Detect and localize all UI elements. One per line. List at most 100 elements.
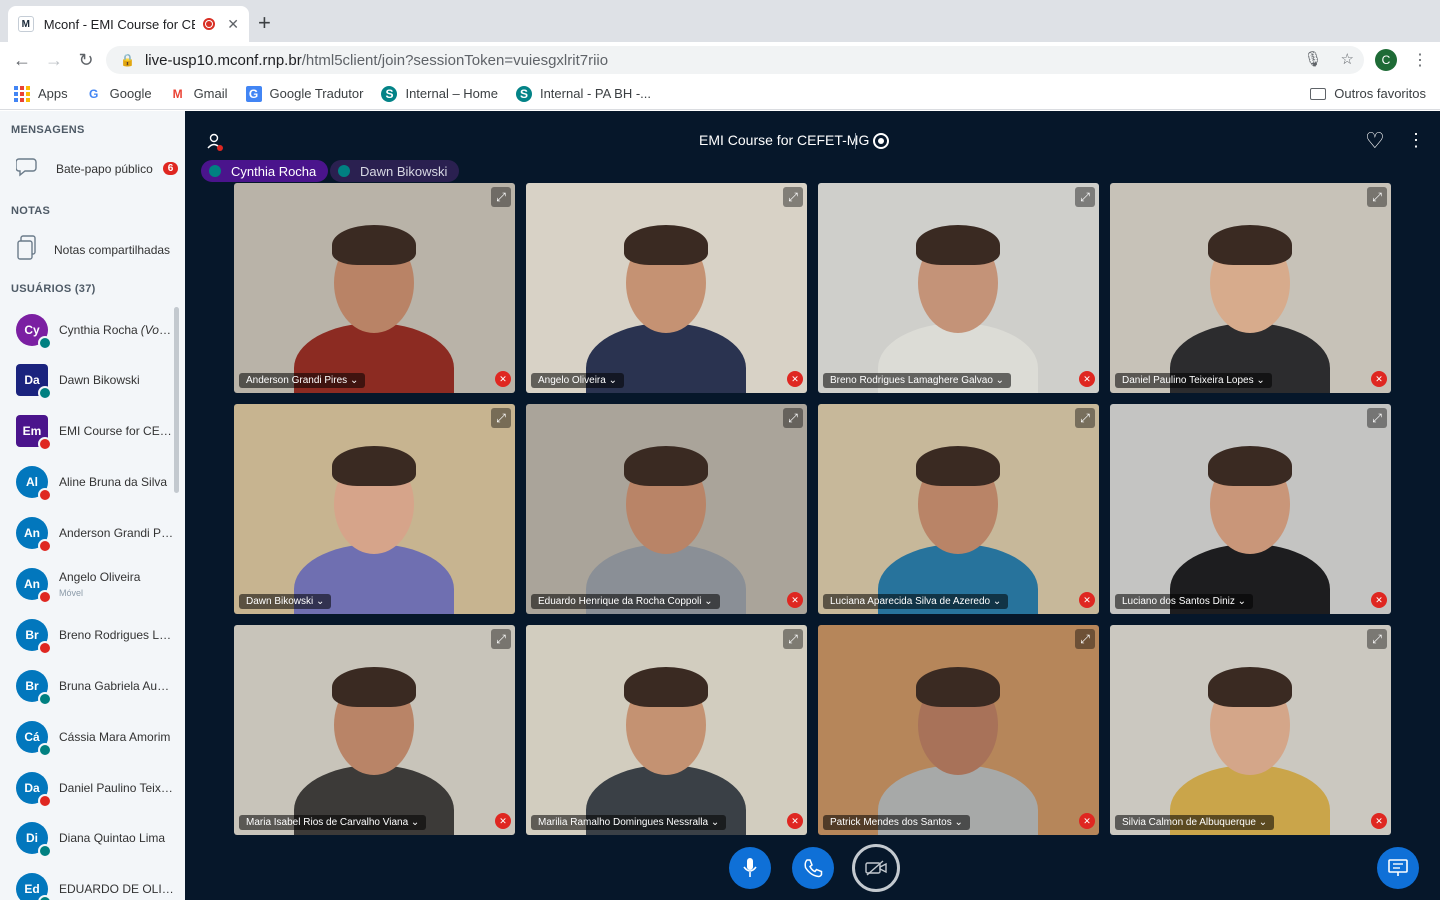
notes-icon xyxy=(16,235,38,264)
microphone-icon[interactable]: 🎙 xyxy=(1304,50,1323,68)
fullscreen-icon[interactable]: ⤢ xyxy=(1075,629,1095,649)
muted-mic-icon: ✕ xyxy=(1371,813,1387,829)
participant-name[interactable]: Luciano dos Santos Diniz ⌄ xyxy=(1115,594,1254,609)
user-name-text: EDUARDO DE OLIVEIRA xyxy=(59,882,175,896)
user-list-toggle-icon[interactable] xyxy=(207,133,223,151)
user-name-text: Cynthia Rocha xyxy=(59,323,138,337)
muted-mic-icon xyxy=(38,794,52,808)
forward-icon[interactable]: → xyxy=(38,50,70,71)
fullscreen-icon[interactable]: ⤢ xyxy=(1075,187,1095,207)
video-tile[interactable]: Anderson Grandi Pires ⌄ ⤢ ✕ xyxy=(234,183,515,393)
leave-audio-button[interactable] xyxy=(792,847,834,889)
new-tab-button[interactable]: + xyxy=(258,10,271,36)
video-tile[interactable]: Luciano dos Santos Diniz ⌄ ⤢ ✕ xyxy=(1110,404,1391,614)
participant-hair xyxy=(1208,667,1292,707)
user-list-item[interactable]: Cá Cássia Mara Amorim xyxy=(16,717,176,757)
profile-avatar[interactable]: C xyxy=(1375,49,1397,71)
user-name-text: Aline Bruna da Silva xyxy=(59,475,168,489)
participant-name[interactable]: Dawn Bikowski ⌄ xyxy=(239,594,332,609)
fullscreen-icon[interactable]: ⤢ xyxy=(783,408,803,428)
user-list-item[interactable]: An Angelo Oliveira Móvel xyxy=(16,564,176,604)
presentation-button[interactable] xyxy=(1377,847,1419,889)
options-menu-icon[interactable]: ⋮ xyxy=(1407,130,1425,151)
fullscreen-icon[interactable]: ⤢ xyxy=(491,629,511,649)
shared-notes-item[interactable]: Notas compartilhadas xyxy=(16,235,170,264)
bookmark-google-translate[interactable]: G Google Tradutor xyxy=(245,85,363,102)
video-tile[interactable]: Daniel Paulino Teixeira Lopes ⌄ ⤢ ✕ xyxy=(1110,183,1391,393)
muted-mic-icon: ✕ xyxy=(1371,592,1387,608)
bookmark-google[interactable]: G Google xyxy=(86,86,152,102)
browser-menu-icon[interactable]: ⋮ xyxy=(1412,50,1428,70)
muted-mic-icon xyxy=(38,539,52,553)
participant-name[interactable]: Anderson Grandi Pires ⌄ xyxy=(239,373,366,388)
video-tile[interactable]: Angelo Oliveira ⌄ ⤢ ✕ xyxy=(526,183,807,393)
bookmark-internal-home[interactable]: S Internal – Home xyxy=(381,85,498,102)
self-suffix: (Você) xyxy=(140,323,175,337)
user-list-item[interactable]: Cy Cynthia Rocha (Você) xyxy=(16,310,176,350)
sidebar-scrollbar[interactable] xyxy=(174,307,179,493)
talking-indicator-cynthia[interactable]: Cynthia Rocha xyxy=(201,160,329,182)
video-tile[interactable]: Breno Rodrigues Lamaghere Galvao ⌄ ⤢ ✕ xyxy=(818,183,1099,393)
public-chat-item[interactable]: Bate-papo público 6 xyxy=(15,155,179,182)
talking-indicator-dawn[interactable]: Dawn Bikowski xyxy=(330,160,460,182)
video-tile[interactable]: Patrick Mendes dos Santos ⌄ ⤢ ✕ xyxy=(818,625,1099,835)
video-tile[interactable]: Eduardo Henrique da Rocha Coppoli ⌄ ⤢ ✕ xyxy=(526,404,807,614)
record-button[interactable] xyxy=(873,133,889,149)
users-section-title: USUÁRIOS (37) xyxy=(11,283,96,295)
user-list-item[interactable]: Br Bruna Gabriela Augusta xyxy=(16,666,176,706)
fullscreen-icon[interactable]: ⤢ xyxy=(1075,408,1095,428)
video-tile[interactable]: Luciana Aparecida Silva de Azeredo ⌄ ⤢ ✕ xyxy=(818,404,1099,614)
fullscreen-icon[interactable]: ⤢ xyxy=(783,187,803,207)
participant-name[interactable]: Patrick Mendes dos Santos ⌄ xyxy=(823,815,970,830)
user-name: Diana Quintao Lima xyxy=(59,831,175,845)
fullscreen-icon[interactable]: ⤢ xyxy=(1367,408,1387,428)
user-list-item[interactable]: Br Breno Rodrigues Lamaghere Galvao xyxy=(16,615,176,655)
heart-icon[interactable]: ♡ xyxy=(1365,128,1385,154)
muted-mic-icon xyxy=(38,488,52,502)
other-bookmarks[interactable]: Outros favoritos xyxy=(1310,86,1426,101)
participant-name[interactable]: Silvia Calmon de Albuquerque ⌄ xyxy=(1115,815,1275,830)
video-tile[interactable]: Marilia Ramalho Domingues Nessralla ⌄ ⤢ ✕ xyxy=(526,625,807,835)
user-list-item[interactable]: Ed EDUARDO DE OLIVEIRA xyxy=(16,869,176,900)
address-bar[interactable]: 🔒 live-usp10.mconf.rnp.br/html5client/jo… xyxy=(106,46,1364,74)
video-tile[interactable]: Dawn Bikowski ⌄ ⤢ xyxy=(234,404,515,614)
user-list-item[interactable]: Al Aline Bruna da Silva xyxy=(16,462,176,502)
user-avatar: Da xyxy=(16,364,52,400)
participant-name[interactable]: Daniel Paulino Teixeira Lopes ⌄ xyxy=(1115,373,1272,388)
user-list-item[interactable]: Di Diana Quintao Lima xyxy=(16,818,176,858)
user-name-text: Anderson Grandi Pires xyxy=(59,526,175,540)
title-divider xyxy=(855,133,856,149)
browser-tab[interactable]: M Mconf - EMI Course for CEFET-MG ✕ xyxy=(8,6,249,42)
fullscreen-icon[interactable]: ⤢ xyxy=(491,408,511,428)
participant-name[interactable]: Luciana Aparecida Silva de Azeredo ⌄ xyxy=(823,594,1009,609)
user-list-item[interactable]: Em EMI Course for CEFET-MG xyxy=(16,411,176,451)
participant-name[interactable]: Breno Rodrigues Lamaghere Galvao ⌄ xyxy=(823,373,1012,388)
back-icon[interactable]: ← xyxy=(6,50,38,71)
participant-name[interactable]: Angelo Oliveira ⌄ xyxy=(531,373,624,388)
reload-icon[interactable]: ↻ xyxy=(70,50,102,71)
user-name: Cássia Mara Amorim xyxy=(59,730,175,744)
user-list-item[interactable]: Da Daniel Paulino Teixeira Lopes xyxy=(16,768,176,808)
video-tile[interactable]: Maria Isabel Rios de Carvalho Viana ⌄ ⤢ ✕ xyxy=(234,625,515,835)
participant-name[interactable]: Eduardo Henrique da Rocha Coppoli ⌄ xyxy=(531,594,720,609)
participant-hair xyxy=(1208,225,1292,265)
microphone-button[interactable] xyxy=(729,847,771,889)
user-list-item[interactable]: An Anderson Grandi Pires xyxy=(16,513,176,553)
fullscreen-icon[interactable]: ⤢ xyxy=(1367,187,1387,207)
camera-button[interactable] xyxy=(852,844,900,892)
close-tab-icon[interactable]: ✕ xyxy=(227,16,239,33)
fullscreen-icon[interactable]: ⤢ xyxy=(1367,629,1387,649)
bookmark-internal-pa-bh[interactable]: S Internal - PA BH -... xyxy=(515,85,651,102)
bookmark-gmail[interactable]: M Gmail xyxy=(170,86,228,102)
video-tile[interactable]: Silvia Calmon de Albuquerque ⌄ ⤢ ✕ xyxy=(1110,625,1391,835)
participant-name[interactable]: Marilia Ramalho Domingues Nessralla ⌄ xyxy=(531,815,727,830)
fullscreen-icon[interactable]: ⤢ xyxy=(783,629,803,649)
participant-name[interactable]: Maria Isabel Rios de Carvalho Viana ⌄ xyxy=(239,815,427,830)
fullscreen-icon[interactable]: ⤢ xyxy=(491,187,511,207)
user-list-item[interactable]: Da Dawn Bikowski xyxy=(16,360,176,400)
bookmark-star-icon[interactable]: ☆ xyxy=(1341,50,1354,68)
bookmark-apps[interactable]: Apps xyxy=(14,85,68,102)
user-avatar: Di xyxy=(16,822,52,858)
apps-grid-icon xyxy=(14,85,30,102)
user-name-text: Dawn Bikowski xyxy=(59,373,140,387)
